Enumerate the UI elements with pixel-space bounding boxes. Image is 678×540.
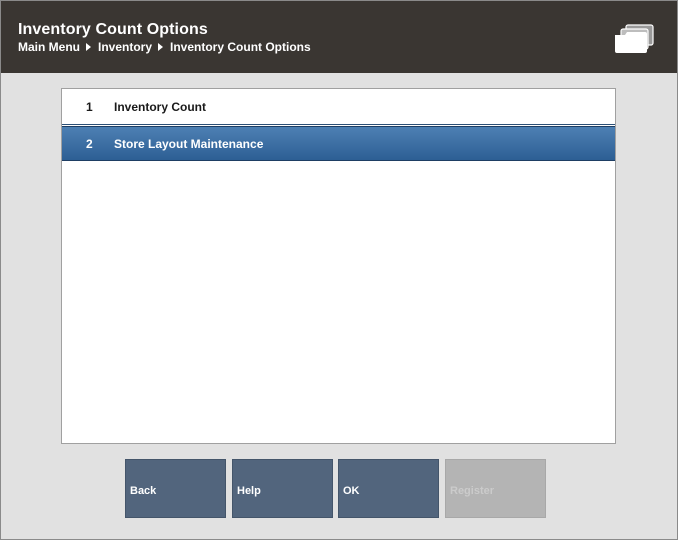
list-item-label: Inventory Count (114, 100, 206, 114)
list-item-store-layout-maintenance[interactable]: 2 Store Layout Maintenance (62, 126, 615, 161)
list-item-number: 1 (86, 100, 93, 114)
list-item-inventory-count[interactable]: 1 Inventory Count (62, 90, 615, 125)
list-item-label: Store Layout Maintenance (114, 136, 264, 151)
breadcrumb-item-current: Inventory Count Options (170, 40, 311, 54)
help-button[interactable]: Help (232, 459, 333, 518)
header-bar: Inventory Count Options Main Menu Invent… (1, 1, 677, 73)
options-list: 1 Inventory Count 2 Store Layout Mainten… (61, 88, 616, 444)
page-title: Inventory Count Options (18, 21, 208, 38)
list-item-number: 2 (86, 136, 93, 151)
ok-button[interactable]: OK (338, 459, 439, 518)
breadcrumb-item-main-menu[interactable]: Main Menu (18, 40, 80, 54)
breadcrumb-arrow-icon (158, 43, 164, 51)
windows-icon[interactable] (613, 23, 655, 55)
register-button: Register (445, 459, 546, 518)
breadcrumb: Main Menu Inventory Inventory Count Opti… (18, 40, 311, 54)
back-button[interactable]: Back (125, 459, 226, 518)
breadcrumb-arrow-icon (86, 43, 91, 51)
breadcrumb-item-inventory[interactable]: Inventory (98, 40, 152, 54)
